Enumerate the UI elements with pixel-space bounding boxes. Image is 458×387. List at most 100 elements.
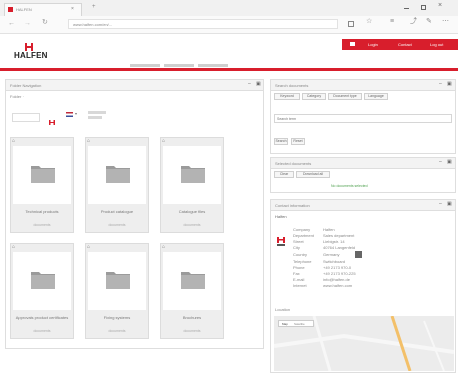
search-button[interactable]: Search — [274, 138, 288, 145]
maximize-panel-icon[interactable]: ▣ — [447, 202, 452, 207]
search-tab-document-type[interactable]: Document type — [328, 93, 362, 100]
maximize-panel-icon[interactable]: ▣ — [447, 160, 452, 165]
folder-tile-corner-icon: ⌂ — [87, 138, 91, 144]
contact-row: Country Germany — [293, 251, 403, 259]
notes-icon[interactable]: ✎ — [426, 18, 432, 25]
search-tab-keyword[interactable]: Keyword — [274, 93, 300, 100]
tab-title: HALFEN — [16, 7, 32, 12]
tab-close-icon[interactable]: × — [71, 6, 74, 12]
contact-panel-header: Contact information – ▣ — [271, 200, 455, 211]
folder-tile[interactable]: ⌂ Product catalogue documents — [85, 137, 149, 233]
top-link-contact[interactable]: Contact — [398, 42, 412, 47]
browser-tab[interactable]: HALFEN × — [4, 3, 82, 16]
contact-value: Sales department — [323, 233, 355, 238]
contact-value: Liebigstr. 14 — [323, 239, 345, 244]
folder-subtitle: documents — [108, 223, 126, 227]
minimize-panel-icon[interactable]: – — [439, 82, 442, 87]
search-tab-language[interactable]: Language — [364, 93, 388, 100]
map-tab-map[interactable]: Map — [282, 322, 288, 326]
search-input[interactable] — [274, 114, 452, 123]
folder-name: Fixing systems — [103, 315, 131, 320]
map-type-tabs: Map Satellite — [278, 320, 314, 327]
more-icon[interactable]: ⋯ — [442, 18, 449, 25]
download-all-button[interactable]: Download all — [296, 171, 330, 178]
contact-label: Fax — [293, 271, 300, 276]
flag-icon — [350, 42, 355, 46]
minimize-panel-icon[interactable]: – — [439, 160, 442, 165]
contact-value: Germany — [323, 252, 340, 257]
toolbar-note — [88, 111, 106, 114]
close-icon[interactable]: × — [438, 2, 442, 9]
folder-tile[interactable]: ⌂ Catalogue files documents — [160, 137, 224, 233]
folder-subtitle: documents — [108, 329, 126, 333]
new-tab-icon[interactable]: + — [92, 4, 96, 10]
contact-value: Halfen — [323, 227, 335, 232]
url-text: www.halfen.com/en/... — [73, 22, 113, 27]
halfen-logo[interactable]: HALFEN — [14, 39, 47, 65]
folder-tile[interactable]: ⌂ Technical products documents — [10, 137, 74, 233]
search-panel-title: Search documents — [275, 83, 309, 88]
main-nav — [130, 64, 230, 67]
folder-thumbnail — [88, 252, 146, 310]
search-panel-header: Search documents – ▣ — [271, 80, 455, 91]
contact-label: Country — [293, 252, 308, 257]
maximize-icon[interactable] — [421, 5, 426, 10]
forward-icon[interactable]: → — [24, 20, 31, 27]
filter-input[interactable] — [12, 113, 40, 122]
folder-name: Brochures — [182, 315, 202, 320]
header-rule — [0, 68, 458, 71]
contact-panel-title: Contact information — [275, 203, 310, 208]
location-map[interactable]: Map Satellite — [274, 316, 454, 371]
folder-subtitle: documents — [183, 329, 201, 333]
folder-icon — [105, 269, 131, 290]
folder-name: Technical products — [25, 209, 59, 214]
chevron-down-icon[interactable]: ▾ — [75, 111, 77, 116]
browser-tab-bar: HALFEN × + × — [0, 0, 458, 16]
refresh-icon[interactable]: ↻ — [42, 19, 48, 26]
map-tab-satellite[interactable]: Satellite — [294, 322, 305, 326]
folder-icon — [30, 269, 56, 290]
top-link-bar: Login Contact Log out — [342, 39, 458, 50]
contact-value: +49 2173 970-0 — [323, 265, 352, 270]
minimize-panel-icon[interactable]: – — [248, 82, 251, 87]
reading-view-icon[interactable] — [348, 21, 354, 27]
contact-label: Company — [293, 227, 311, 232]
folder-tile[interactable]: ⌂ Fixing systems documents — [85, 243, 149, 339]
minimize-panel-icon[interactable]: – — [439, 202, 442, 207]
top-link-login[interactable]: Login — [368, 42, 378, 47]
nav-item[interactable] — [198, 64, 228, 67]
contact-label: City — [293, 245, 300, 250]
maximize-panel-icon[interactable]: ▣ — [256, 82, 261, 87]
nav-item[interactable] — [164, 64, 194, 67]
folder-panel: Folder Navigation – ▣ Folder · ▾ ⌂ Techn… — [5, 79, 264, 349]
halfen-small-icon — [49, 112, 55, 125]
folder-tile[interactable]: ⌂ Brochures documents — [160, 243, 224, 339]
share-icon[interactable]: ⤴ — [410, 18, 417, 25]
folder-tile[interactable]: ⌂ Approvals product certificates documen… — [10, 243, 74, 339]
country-picker-icon[interactable] — [355, 251, 362, 258]
folder-path[interactable]: Folder · — [10, 94, 50, 99]
back-icon[interactable]: ← — [8, 20, 15, 27]
folder-name: Product catalogue — [100, 209, 134, 214]
folder-panel-header: Folder Navigation – ▣ — [6, 80, 263, 91]
hub-icon[interactable]: ≡ — [390, 18, 394, 25]
contact-label: Internet — [293, 283, 307, 288]
reset-button[interactable]: Reset — [291, 138, 305, 145]
maximize-panel-icon[interactable]: ▣ — [447, 82, 452, 87]
logo-mark-icon — [24, 39, 34, 52]
minimize-icon[interactable] — [404, 8, 409, 9]
nav-item[interactable] — [130, 64, 160, 67]
favorite-icon[interactable]: ☆ — [366, 18, 372, 25]
flag-dropdown-icon[interactable] — [66, 112, 73, 117]
folder-panel-title: Folder Navigation — [10, 83, 42, 88]
search-tab-category[interactable]: Category — [302, 93, 326, 100]
url-field[interactable]: www.halfen.com/en/... — [68, 19, 338, 29]
contact-value[interactable]: info@halfen.de — [323, 277, 383, 282]
contact-value: Switchboard — [323, 259, 346, 264]
contact-value[interactable]: www.halfen.com — [323, 283, 383, 288]
search-panel: Search documents – ▣ Keyword Category Do… — [270, 79, 456, 154]
folder-icon — [180, 269, 206, 290]
clear-basket-button[interactable]: Clear — [274, 171, 294, 178]
contact-label: Department — [293, 233, 314, 238]
top-link-logout[interactable]: Log out — [430, 42, 443, 47]
